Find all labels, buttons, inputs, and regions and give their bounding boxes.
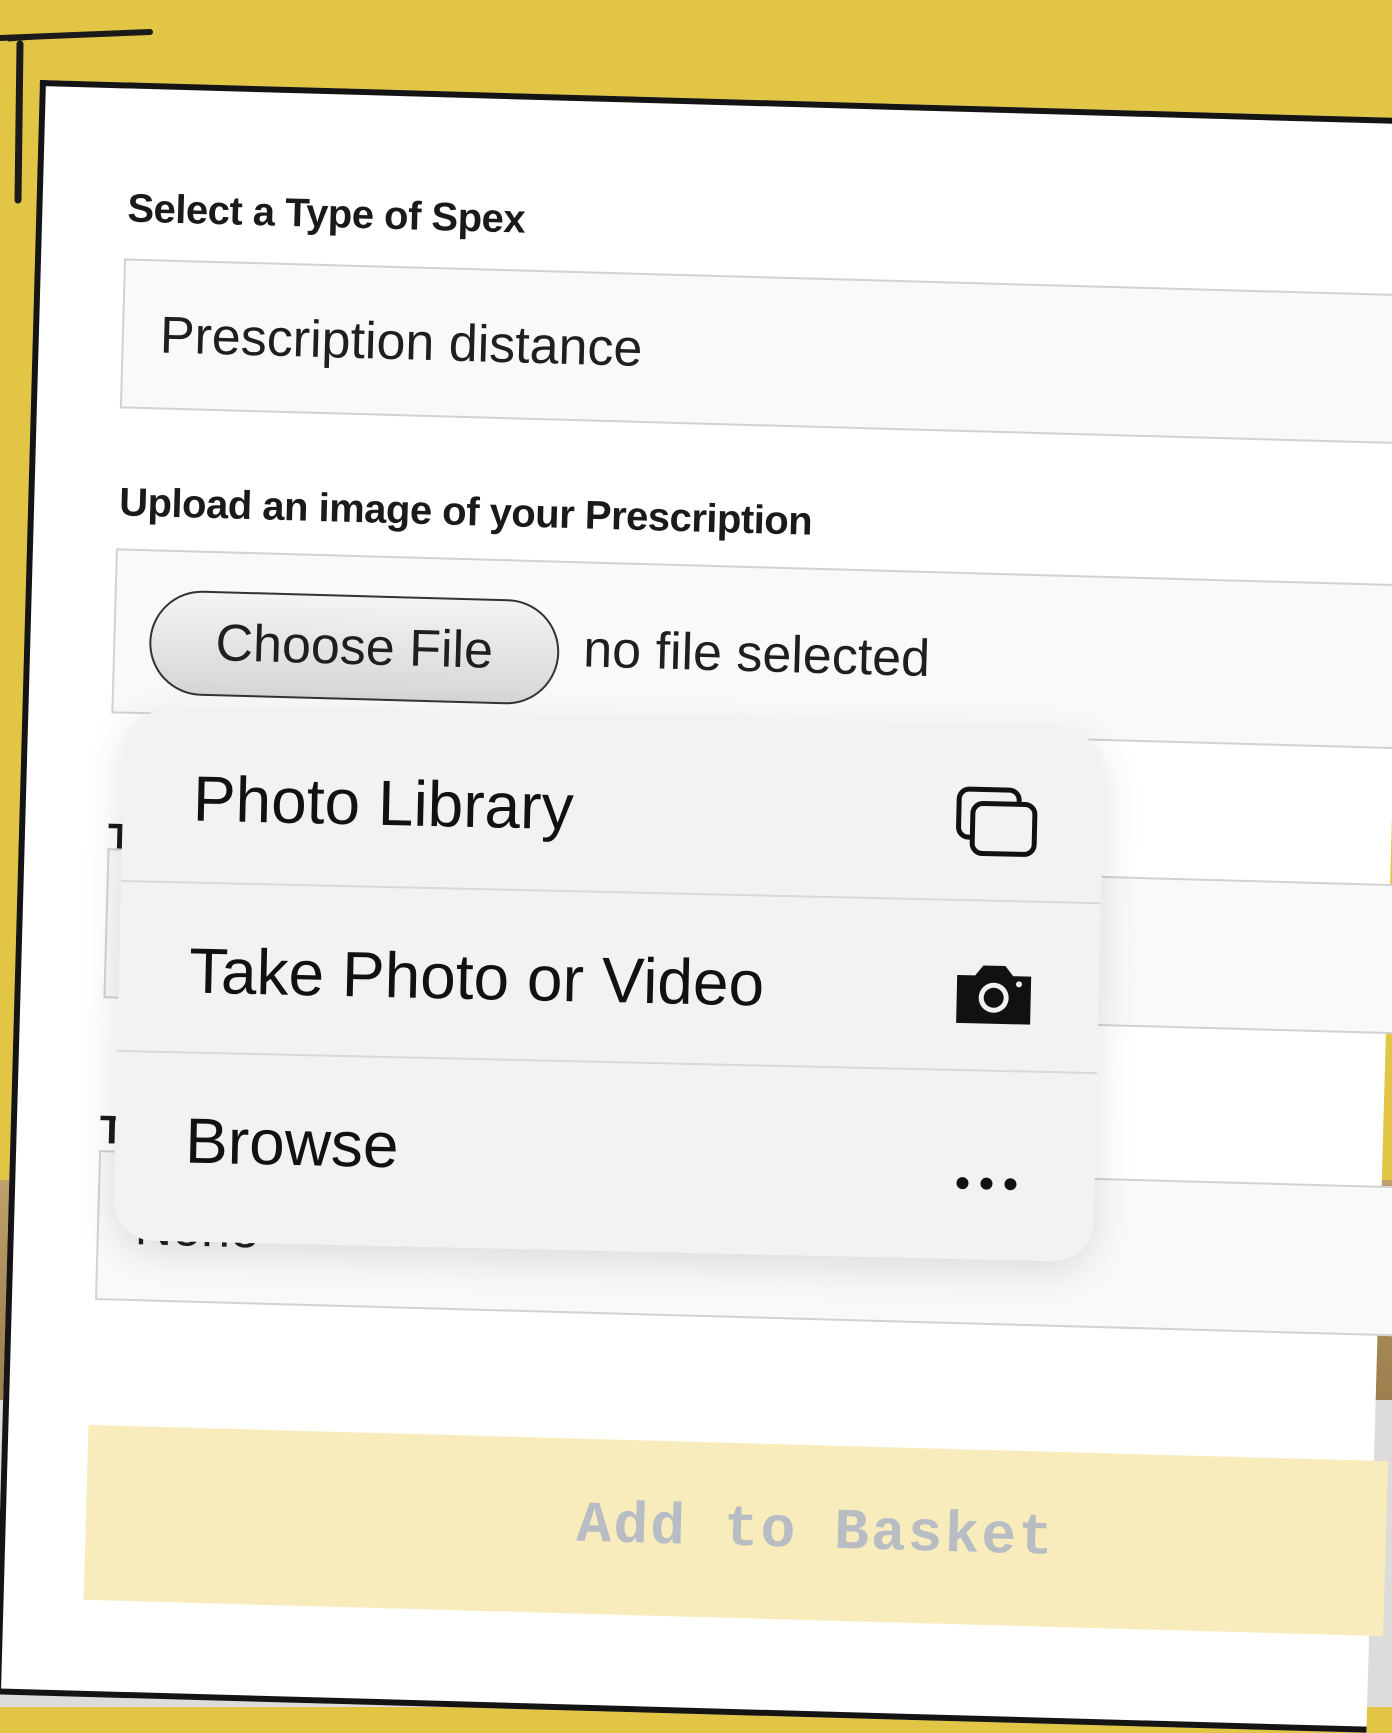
file-status-text: no file selected (582, 620, 931, 689)
file-source-menu: Photo Library Take Photo or Video Browse (112, 710, 1105, 1263)
more-ellipsis-icon (956, 1177, 1017, 1191)
spex-type-select[interactable]: Prescription distance (119, 258, 1392, 445)
upload-prescription-label: Upload an image of your Prescription (118, 480, 813, 544)
menu-item-browse[interactable]: Browse (112, 1049, 1098, 1263)
menu-item-label: Photo Library (192, 762, 575, 844)
add-to-basket-button[interactable]: Add to Basket (83, 1424, 1388, 1637)
menu-item-photo-library[interactable]: Photo Library (121, 710, 1105, 902)
choose-file-button[interactable]: Choose File (147, 589, 561, 706)
spex-type-label: Select a Type of Spex (126, 186, 526, 242)
menu-item-take-photo[interactable]: Take Photo or Video (117, 879, 1101, 1073)
spex-type-value: Prescription distance (159, 306, 644, 378)
menu-item-label: Take Photo or Video (188, 934, 765, 1020)
menu-item-label: Browse (184, 1104, 400, 1182)
photo-library-icon (956, 786, 1038, 857)
camera-icon (956, 965, 1032, 1025)
